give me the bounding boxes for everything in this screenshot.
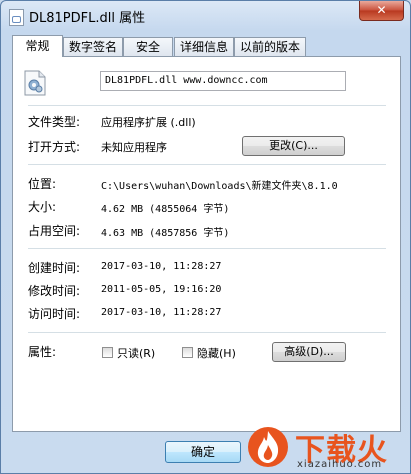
divider [28,164,386,165]
readonly-label[interactable]: 只读(R) [117,345,155,361]
location-label: 位置: [28,177,57,191]
file-type-value: 应用程序扩展 (.dll) [101,116,196,129]
divider [28,332,386,333]
location-value: C:\Users\wuhan\Downloads\新建文件夹\8.1.0 [101,181,338,192]
tab-digital-signatures[interactable]: 数字签名 [63,37,123,56]
watermark-url: xiazaihuo.com [297,459,383,470]
hidden-checkbox[interactable] [182,347,193,358]
tab-general[interactable]: 常规 [12,35,63,57]
close-icon: ✕ [376,3,387,17]
open-with-label: 打开方式: [28,140,81,154]
modified-label: 修改时间: [28,284,81,298]
hidden-label[interactable]: 隐藏(H) [197,345,236,361]
window-title: DL81PDFL.dll 属性 [29,11,146,26]
change-button[interactable]: 更改(C)... [242,136,345,156]
size-value: 4.62 MB (4855064 字节) [101,204,230,215]
tab-previous-versions[interactable]: 以前的版本 [234,37,306,56]
flame-logo-icon [248,427,288,467]
tab-security[interactable]: 安全 [123,37,173,56]
accessed-label: 访问时间: [28,307,81,321]
divider [28,248,386,249]
created-value: 2017-03-10, 11:28:27 [101,261,222,272]
readonly-checkbox[interactable] [102,347,113,358]
title-bar[interactable]: DL81PDFL.dll 属性 ✕ [1,1,410,31]
file-type-label: 文件类型: [28,115,81,129]
file-name-input[interactable]: DL81PDFL.dll www.downcc.com [100,71,346,91]
divider [28,105,386,106]
dll-file-icon [24,70,46,96]
size-label: 大小: [28,200,57,214]
created-label: 创建时间: [28,261,81,275]
advanced-button[interactable]: 高级(D)... [272,342,346,362]
accessed-value: 2017-03-10, 11:28:27 [101,307,222,318]
file-icon [9,9,24,26]
modified-value: 2011-05-05, 19:16:20 [101,284,222,295]
close-button[interactable]: ✕ [359,1,404,21]
size-on-disk-label: 占用空间: [28,224,81,238]
tab-details[interactable]: 详细信息 [174,37,234,56]
size-on-disk-value: 4.63 MB (4857856 字节) [101,228,230,239]
attributes-label: 属性: [28,345,57,359]
ok-button[interactable]: 确定 [165,441,241,463]
watermark: 下载火 xiazaihuo.com [241,421,410,473]
properties-window: DL81PDFL.dll 属性 ✕ 常规 数字签名 安全 详细信息 以前的版本 … [0,0,411,474]
open-with-value: 未知应用程序 [101,141,167,154]
